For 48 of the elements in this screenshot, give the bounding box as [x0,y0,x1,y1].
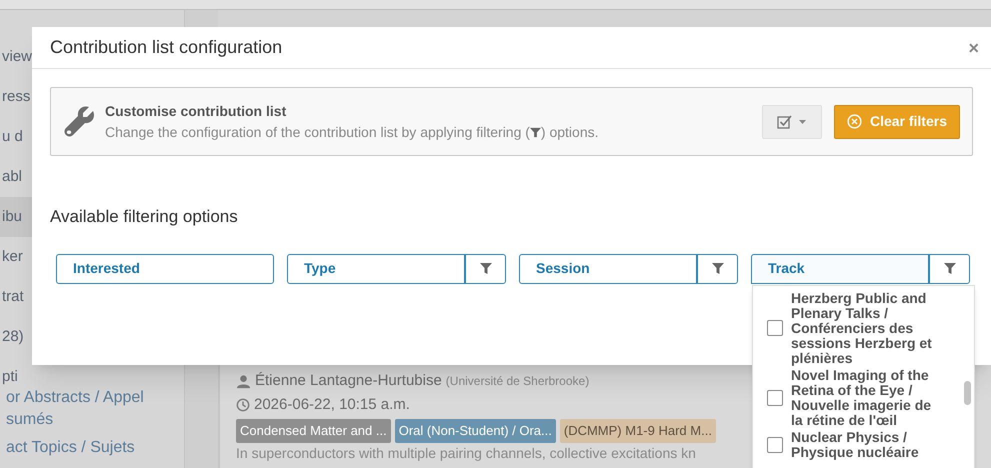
sidebar-item[interactable]: abl [0,157,32,197]
person-icon [236,374,251,389]
checkbox[interactable] [767,436,783,452]
checkbox[interactable] [767,320,783,336]
sidebar-item[interactable]: u d [0,117,32,157]
speaker-affiliation: (Université de Sherbrooke) [446,373,590,390]
section-heading: Available filtering options [50,206,239,228]
filter-icon [530,126,541,138]
filter-label: Type [287,254,465,284]
filter-button[interactable] [697,254,738,284]
track-option[interactable]: Nuclear Physics / Physique nucléaire [767,428,962,460]
track-option[interactable]: Herzberg Public and Plenary Talks / Conférenciers des sessions Herzberg et plénières [767,290,962,366]
caret-icon [799,120,806,124]
speaker-name: Étienne Lantagne-Hurtubise [255,371,442,391]
sidebar-item[interactable]: act Topics / Sujets [0,437,165,459]
tag: (DCMMP) M1-9 Hard M... [560,419,716,443]
abstract-text: In superconductors with multiple pairing channels, collective excitations kn [236,445,696,462]
info-title: Customise contribution list [105,102,288,120]
sidebar-item[interactable]: view [0,37,32,77]
sidebar-item[interactable]: ker [0,237,32,277]
cancel-circle-icon [846,114,862,129]
tag: Oral (Non-Student) / Ora... [394,419,556,443]
info-description: Change the configuration of the contribution list by applying filtering ( ) options. [105,122,600,142]
checkbox-icon [777,114,794,129]
wrench-icon [63,104,97,138]
scrollbar-thumb[interactable] [964,380,971,404]
sidebar-item[interactable]: ress [0,77,32,117]
contribution-time: 2026-06-22, 10:15 a.m. [254,394,410,414]
filter-icon [944,263,956,274]
close-button[interactable]: × [968,38,979,56]
tag: Condensed Matter and ... [236,419,391,443]
filter-icon [480,263,492,274]
column-select-button[interactable] [762,104,822,138]
sidebar-item[interactable]: 28) [0,317,32,357]
checkbox[interactable] [767,390,783,406]
track-option[interactable]: Novel Imaging of the Retina of the Eye / Nouvelle imagerie de la rétine de l'œil [767,366,962,428]
modal-title: Contribution list configuration [50,36,282,59]
filter-label: Interested [56,254,274,284]
filter-button[interactable] [929,254,970,284]
clear-filters-button[interactable]: Clear filters [834,104,960,138]
sidebar-item[interactable]: or Abstracts / Appel sumés [0,387,165,431]
sidebar-item[interactable]: ibu [0,197,32,237]
sidebar-item[interactable]: trat [0,277,32,317]
clock-icon [236,398,250,412]
filter-label: Session [519,254,697,284]
filter-icon [712,263,724,274]
filter-button[interactable] [465,254,506,284]
filter-label: Track [751,254,929,284]
